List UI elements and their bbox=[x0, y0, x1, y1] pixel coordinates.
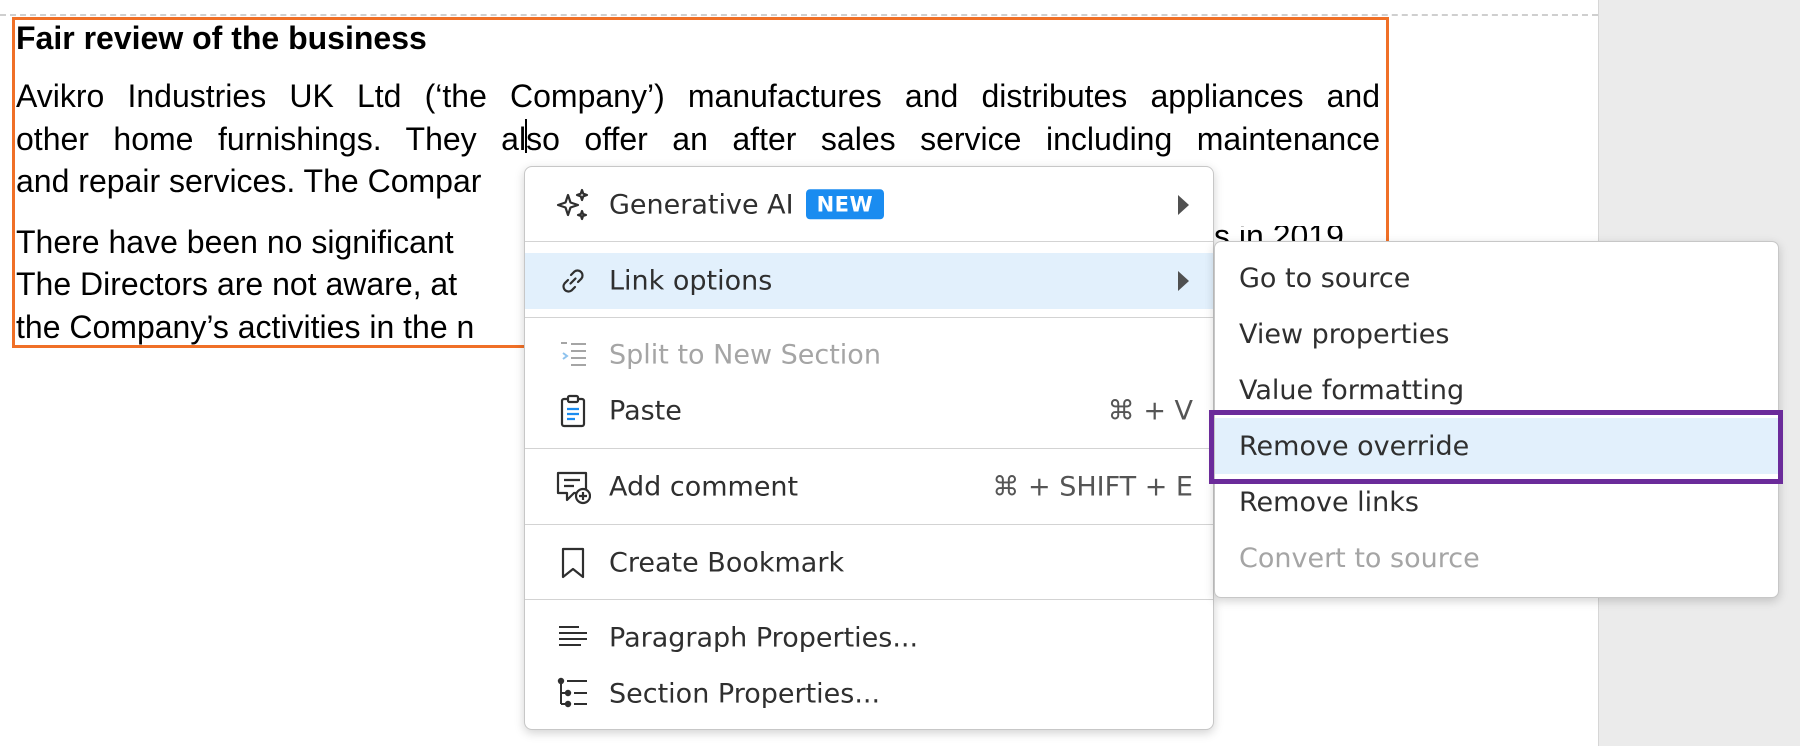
link-options-submenu: Go to source View properties Value forma… bbox=[1214, 241, 1779, 598]
split-section-icon bbox=[555, 337, 591, 373]
submenu-item-convert-to-source[interactable]: Convert to source bbox=[1215, 530, 1778, 586]
submenu-item-view-properties[interactable]: View properties bbox=[1215, 306, 1778, 362]
behind-menu-text-fragment: s in 2019 bbox=[1214, 226, 1344, 242]
add-comment-icon bbox=[555, 469, 591, 505]
sparkle-icon bbox=[555, 187, 591, 223]
clipboard-icon bbox=[555, 393, 591, 429]
bookmark-icon bbox=[555, 545, 591, 581]
menu-item-label: Link options bbox=[609, 265, 773, 297]
menu-item-add-comment[interactable]: Add comment ⌘ + SHIFT + E bbox=[525, 459, 1213, 515]
paragraph-1-line-1: Avikro Industries UK Ltd (‘the Company’)… bbox=[16, 78, 1380, 114]
menu-item-paste[interactable]: Paste ⌘ + V bbox=[525, 383, 1213, 439]
paste-shortcut: ⌘ + V bbox=[1107, 395, 1193, 427]
menu-item-section-properties[interactable]: Section Properties... bbox=[525, 666, 1213, 722]
menu-item-label: Generative AI NEW bbox=[609, 188, 885, 221]
menu-item-create-bookmark[interactable]: Create Bookmark bbox=[525, 535, 1213, 591]
section-list-icon bbox=[555, 676, 591, 712]
section-heading: Fair review of the business bbox=[16, 20, 427, 56]
menu-item-label: Paste bbox=[609, 395, 682, 427]
menu-separator bbox=[525, 599, 1213, 600]
menu-item-label: Create Bookmark bbox=[609, 547, 845, 579]
menu-separator bbox=[525, 241, 1213, 242]
submenu-arrow-icon bbox=[1178, 271, 1189, 291]
menu-item-paragraph-properties[interactable]: Paragraph Properties... bbox=[525, 610, 1213, 666]
submenu-arrow-icon bbox=[1178, 195, 1189, 215]
submenu-item-remove-links[interactable]: Remove links bbox=[1215, 474, 1778, 530]
context-menu: Generative AI NEW Link options Split to N… bbox=[524, 166, 1214, 730]
page-top-edge bbox=[0, 14, 1598, 16]
menu-item-label: Section Properties... bbox=[609, 678, 881, 710]
paragraph-1-line-2: other home furnishings. They also offer … bbox=[16, 120, 1380, 157]
menu-separator bbox=[525, 448, 1213, 449]
submenu-item-go-to-source[interactable]: Go to source bbox=[1215, 250, 1778, 306]
text-cursor bbox=[525, 119, 527, 153]
menu-item-link-options[interactable]: Link options bbox=[525, 253, 1213, 309]
menu-item-split-to-new-section[interactable]: Split to New Section bbox=[525, 327, 1213, 383]
paragraph-icon bbox=[555, 620, 591, 656]
menu-item-label: Split to New Section bbox=[609, 339, 881, 371]
link-icon bbox=[555, 263, 591, 299]
menu-item-label: Paragraph Properties... bbox=[609, 622, 919, 654]
add-comment-shortcut: ⌘ + SHIFT + E bbox=[992, 471, 1193, 503]
new-badge: NEW bbox=[805, 188, 885, 219]
menu-item-generative-ai[interactable]: Generative AI NEW bbox=[525, 177, 1213, 233]
submenu-item-value-formatting[interactable]: Value formatting bbox=[1215, 362, 1778, 418]
submenu-item-remove-override[interactable]: Remove override bbox=[1215, 418, 1778, 474]
menu-separator bbox=[525, 524, 1213, 525]
menu-separator bbox=[525, 317, 1213, 318]
menu-item-label: Add comment bbox=[609, 471, 799, 503]
